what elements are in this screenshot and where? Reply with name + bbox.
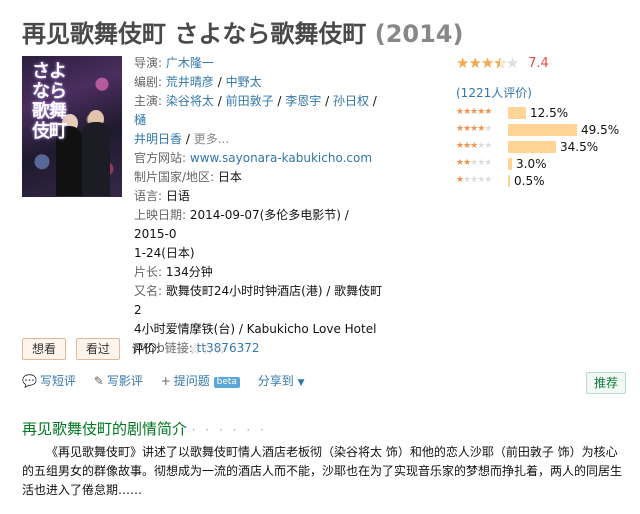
movie-title-text: 再见歌舞伎町 さよなら歌舞伎町	[22, 20, 367, 48]
release-row: 上映日期: 2014-09-07(多伦多电影节) / 2015-0	[134, 206, 384, 244]
pencil-icon: ✎	[93, 374, 104, 388]
release-label: 上映日期:	[134, 208, 187, 222]
write-short-review-label: 写短评	[39, 374, 76, 388]
share-dropdown[interactable]: 分享到 ▼	[258, 374, 305, 388]
cast-more-link[interactable]: 更多...	[194, 132, 229, 146]
cast-link[interactable]: 井明日香	[134, 132, 182, 146]
rating-bar	[508, 124, 577, 136]
cast-link[interactable]: 染谷将太	[166, 94, 214, 108]
cast-link[interactable]: 前田敦子	[226, 94, 274, 108]
plus-icon: +	[160, 374, 171, 388]
rating-stars-icon: ★★★☆★★	[456, 54, 519, 72]
rating-bar	[508, 141, 556, 153]
director-link[interactable]: 广木隆一	[166, 56, 214, 70]
writer-link[interactable]: 中野太	[226, 75, 262, 89]
rating-percent: 34.5%	[560, 140, 599, 154]
rating-distribution-row: ★★★★★ 49.5%	[456, 122, 626, 139]
share-label: 分享到	[257, 374, 294, 388]
movie-year: (2014)	[374, 20, 464, 48]
star-rating-icon: ★★★★★	[456, 158, 492, 168]
language-value: 日语	[165, 189, 190, 203]
rating-percent: 49.5%	[581, 123, 620, 137]
cast-link[interactable]: 李恩宇	[285, 94, 321, 108]
country-row: 制片国家/地区: 日本	[134, 168, 384, 187]
aka-value: 歌舞伎町24小时时钟酒店(港) / 歌舞伎町2	[134, 284, 383, 317]
language-label: 语言:	[134, 189, 163, 203]
poster-title-text: さよなら歌舞伎町	[32, 61, 67, 142]
recommend-button[interactable]: 推荐	[585, 372, 626, 394]
write-review-link[interactable]: ✎ 写影评	[94, 374, 143, 388]
language-row: 语言: 日语	[134, 187, 384, 206]
user-rating-stars-icon[interactable]: ☆☆☆☆☆	[164, 340, 227, 358]
writer-link[interactable]: 荒井晴彦	[166, 75, 214, 89]
rating-percent: 12.5%	[530, 106, 569, 120]
rating-percent: 0.5%	[514, 174, 545, 188]
cast-row: 主演: 染谷将太 / 前田敦子 / 李恩宇 / 孙日权 / 樋	[134, 94, 377, 127]
rating-bar	[508, 175, 510, 187]
cast-row-continued: 井明日香 / 更多...	[134, 132, 230, 146]
official-site-link[interactable]: www.sayonara-kabukicho.com	[190, 151, 372, 165]
star-rating-icon: ★★★★★	[456, 141, 492, 151]
movie-title: 再见歌舞伎町 さよなら歌舞伎町 (2014)	[22, 14, 463, 49]
star-rating-icon: ★★★★★	[456, 175, 492, 185]
synopsis-text: 《再见歌舞伎町》讲述了以歌舞伎町情人酒店老板彻（染谷将太 饰）和他的恋人沙耶（前…	[22, 445, 623, 497]
rating-distribution-row: ★★★★★ 12.5%	[456, 105, 626, 122]
writer-label: 编剧:	[134, 75, 163, 89]
aka-label: 又名:	[134, 284, 163, 298]
aka-row: 又名: 歌舞伎町24小时时钟酒店(港) / 歌舞伎町2	[134, 282, 384, 320]
aka-value: 4小时爱情摩铁(台) / Kabukicho Love Hotel	[134, 322, 377, 336]
ask-question-label: 提问题	[173, 374, 210, 388]
write-review-label: 写影评	[106, 374, 143, 388]
rating-distribution: ★★★★★ 12.5% ★★★★★ 49.5% ★★★★★ 34.5% ★★★★★ 3.0% ★…	[456, 105, 626, 190]
rate-label: 评价:	[131, 342, 160, 356]
comment-icon: 💬	[22, 374, 37, 388]
rating-bar	[508, 158, 512, 170]
runtime-value: 134分钟	[165, 265, 213, 279]
rating-summary: ★★★☆★★ 7.4	[456, 54, 626, 72]
star-rating-icon: ★★★★★	[456, 124, 492, 134]
want-to-watch-button[interactable]: 想看	[22, 338, 67, 360]
country-label: 制片国家/地区:	[134, 170, 215, 184]
chevron-down-icon: ▼	[297, 378, 305, 388]
rating-distribution-row: ★★★★★ 34.5%	[456, 139, 626, 156]
rating-votes-link[interactable]: (1221人评价)	[456, 84, 626, 101]
synopsis-heading: 再见歌舞伎町的剧情简介 · · · · · ·	[22, 418, 267, 439]
site-label: 官方网站:	[134, 151, 187, 165]
rating-percent: 3.0%	[516, 157, 547, 171]
cast-link[interactable]: 孙日权	[333, 94, 369, 108]
tool-bar: 💬 写短评 ✎ 写影评 + 提问题 beta 分享到 ▼ 推荐	[22, 372, 626, 394]
rating-bar	[508, 107, 526, 119]
watched-button[interactable]: 看过	[75, 338, 120, 360]
aka-row-continued: 4小时爱情摩铁(台) / Kabukicho Love Hotel	[134, 320, 384, 339]
director-row: 导演: 广木隆一	[134, 54, 384, 73]
rating-distribution-row: ★★★★★ 3.0%	[456, 156, 626, 173]
rating-score: 7.4	[528, 55, 549, 71]
runtime-label: 片长:	[134, 265, 163, 279]
movie-poster[interactable]: さよなら歌舞伎町	[22, 56, 122, 197]
country-value: 日本	[217, 170, 242, 184]
action-bar: 想看 看过 评价: ☆☆☆☆☆	[22, 338, 227, 360]
cast-label: 主演:	[134, 94, 163, 108]
rating-block: ★★★☆★★ 7.4 (1221人评价) ★★★★★ 12.5% ★★★★★ 49.5…	[456, 54, 626, 190]
release-row-continued: 1-24(日本)	[134, 244, 384, 263]
poster-figure	[82, 122, 110, 196]
release-value: 1-24(日本)	[134, 246, 195, 260]
write-short-review-link[interactable]: 💬 写短评	[22, 374, 76, 388]
beta-badge: beta	[213, 377, 240, 388]
writer-row: 编剧: 荒井晴彦 / 中野太	[134, 75, 262, 89]
ask-question-link[interactable]: + 提问题 beta	[161, 374, 240, 388]
synopsis-heading-dots: · · · · · ·	[191, 423, 267, 437]
star-rating-icon: ★★★★★	[456, 107, 492, 117]
synopsis-heading-text: 再见歌舞伎町的剧情简介	[22, 420, 188, 438]
runtime-row: 片长: 134分钟	[134, 263, 384, 282]
rating-distribution-row: ★★★★★ 0.5%	[456, 173, 626, 190]
cast-link[interactable]: 樋	[134, 113, 146, 127]
director-label: 导演:	[134, 56, 163, 70]
movie-info: 导演: 广木隆一 编剧: 荒井晴彦 / 中野太 主演: 染谷将太 / 前田敦子 …	[134, 54, 384, 358]
site-row: 官方网站: www.sayonara-kabukicho.com	[134, 149, 384, 168]
